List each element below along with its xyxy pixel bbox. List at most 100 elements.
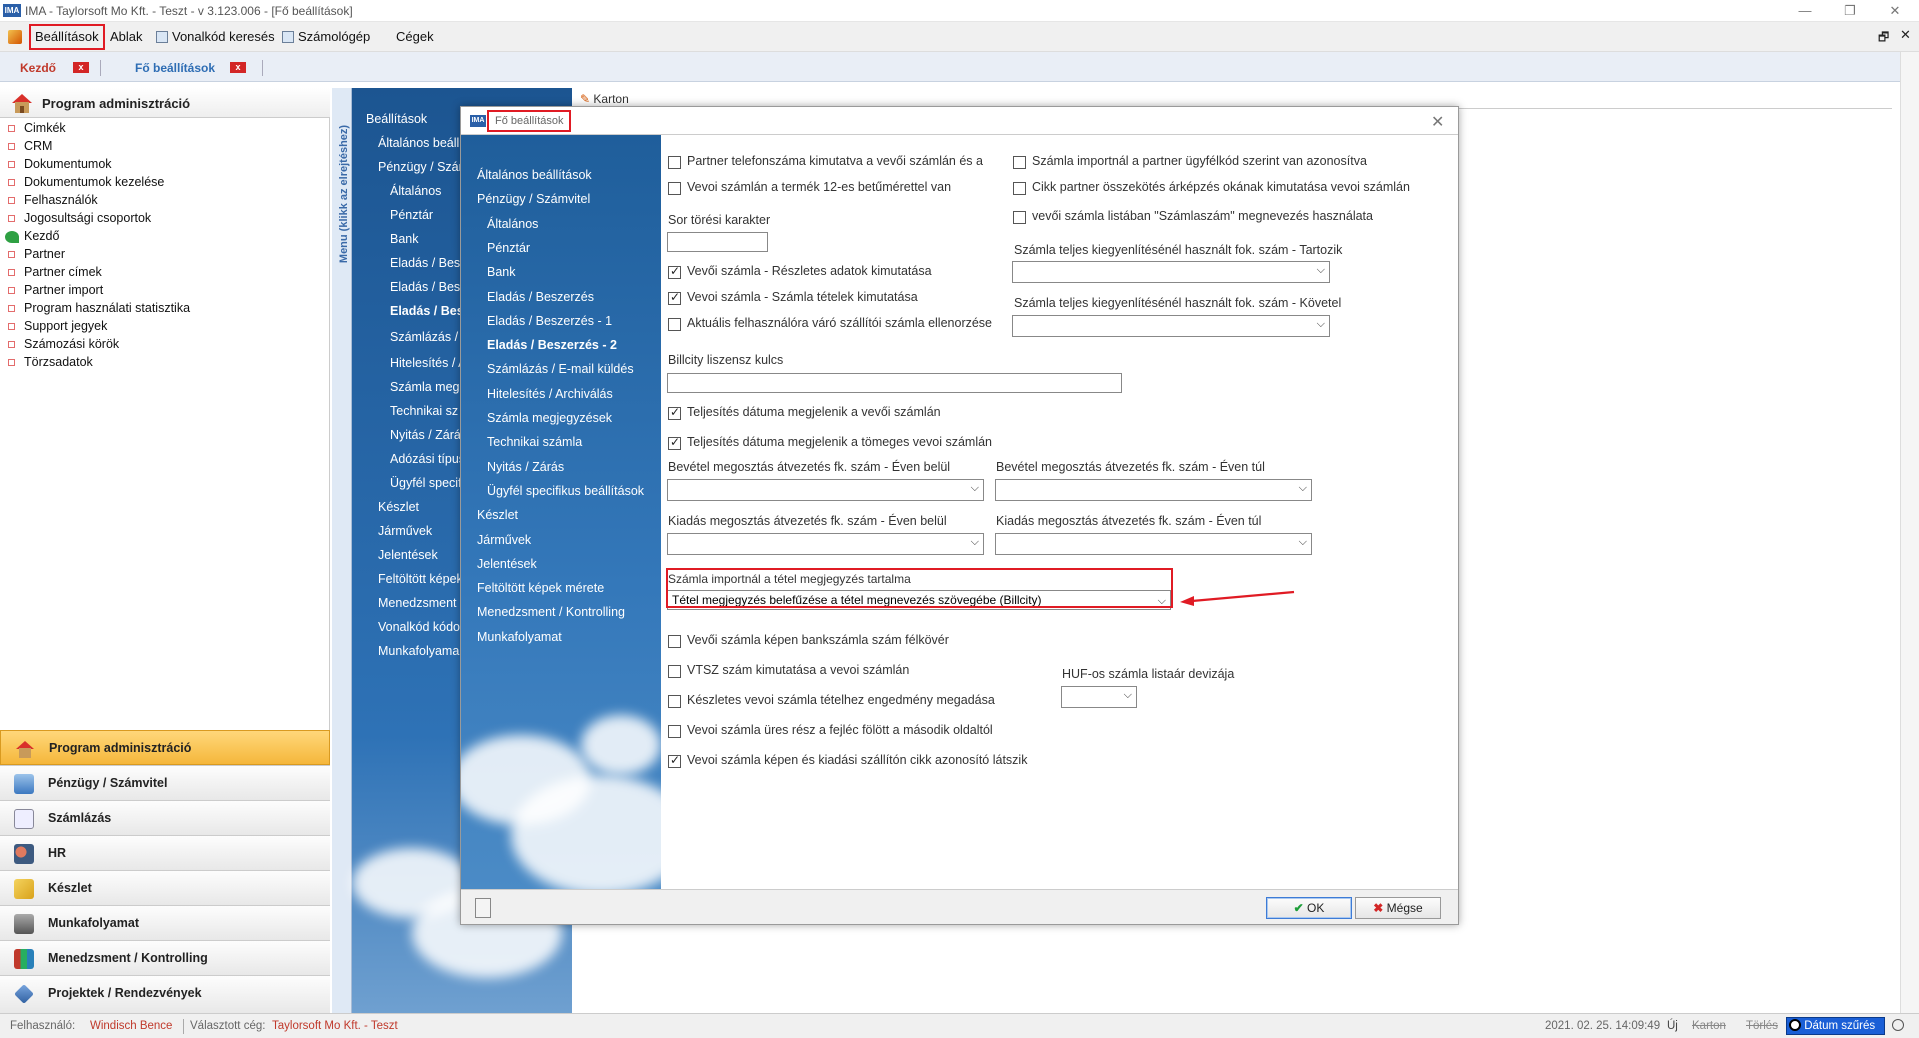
checkbox-teljesites-tomeges[interactable] <box>668 435 681 450</box>
menu-hide-strip[interactable]: Menu (klikk az elrejtéshez) <box>332 88 352 1013</box>
bg-nav-item[interactable]: Eladás / Besz <box>390 280 466 294</box>
checkbox-bankszamla-felkover[interactable] <box>668 635 681 648</box>
bg-nav-item[interactable]: Vonalkód kódo <box>378 620 460 634</box>
settings-nav-item[interactable]: Számla megjegyzések <box>487 411 612 425</box>
bottom-nav-menedzsment[interactable]: Menedzsment / Kontrolling <box>0 940 330 975</box>
karton-button[interactable]: Karton <box>1692 1020 1726 1032</box>
tab-kezdo-close-icon[interactable]: x <box>73 62 89 73</box>
settings-nav-item[interactable]: Készlet <box>477 508 518 522</box>
admin-list-item[interactable]: Support jegyek <box>0 318 320 336</box>
settings-nav-item[interactable]: Technikai számla <box>487 435 582 449</box>
mdi-close-button[interactable]: ✕ <box>1900 27 1911 43</box>
settings-nav-item[interactable]: Ügyfél specifikus beállítások <box>487 484 644 498</box>
settings-icon[interactable] <box>1892 1019 1904 1031</box>
bottom-nav-keszlet[interactable]: Készlet <box>0 870 330 905</box>
bottom-nav-program-adminisztracio[interactable]: Program adminisztráció <box>0 730 330 765</box>
bg-nav-item[interactable]: Eladás / Bes <box>390 304 464 318</box>
settings-nav-item[interactable]: Bank <box>487 265 516 279</box>
settings-nav-item[interactable]: Eladás / Beszerzés - 2 <box>487 338 617 352</box>
settings-nav-item[interactable]: Jelentések <box>477 557 537 571</box>
restore-button[interactable]: ❐ <box>1830 2 1870 20</box>
checkbox-cikk-partner-arkepzes[interactable] <box>1013 182 1026 195</box>
settings-nav-item[interactable]: Eladás / Beszerzés <box>487 290 594 304</box>
settings-nav-item[interactable]: Nyitás / Zárás <box>487 460 564 474</box>
tab-fo-beallitasok-close-icon[interactable]: x <box>230 62 246 73</box>
uj-button[interactable]: Új <box>1667 1020 1678 1032</box>
admin-list-item[interactable]: Számozási körök <box>0 336 320 354</box>
settings-nav-item[interactable]: Járművek <box>477 533 531 547</box>
bg-nav-item[interactable]: Jelentések <box>378 548 438 562</box>
bottom-nav-munkafolyamat[interactable]: Munkafolyamat <box>0 905 330 940</box>
checkbox-teljesites-vevoi[interactable] <box>668 405 681 420</box>
tab-fo-beallitasok[interactable]: Fő beállítások <box>135 61 215 75</box>
settings-nav-item[interactable]: Menedzsment / Kontrolling <box>477 605 625 619</box>
bg-nav-item[interactable]: Bank <box>390 232 419 246</box>
menu-vonalkod-kereses[interactable]: Vonalkód keresés <box>152 26 279 48</box>
bg-nav-item[interactable]: Feltöltött képek <box>378 572 463 586</box>
menu-ablak[interactable]: Ablak <box>106 26 147 48</box>
bg-nav-item[interactable]: Adózási típus <box>390 452 465 466</box>
checkbox-ures-resz-fejlec[interactable] <box>668 725 681 738</box>
admin-list-item[interactable]: Kezdő <box>0 228 320 246</box>
admin-list-item[interactable]: Törzsadatok <box>0 354 320 372</box>
checkbox-szamla-tetelek[interactable] <box>668 290 681 305</box>
admin-list-item[interactable]: Cimkék <box>0 120 320 138</box>
settings-nav-item[interactable]: Számlázás / E-mail küldés <box>487 362 634 376</box>
cancel-button[interactable]: ✖ Mégse <box>1355 897 1441 919</box>
karton-tab[interactable]: ✎ Karton <box>580 92 629 106</box>
bg-nav-item[interactable]: Általános beáll <box>378 136 459 150</box>
settings-nav-item[interactable]: Feltöltött képek mérete <box>477 581 604 595</box>
settings-nav-item[interactable]: Pénzügy / Számvitel <box>477 192 590 206</box>
bevetel-belul-select[interactable]: ⌵ <box>667 479 984 501</box>
checkbox-partner-telefonszam[interactable] <box>668 156 681 169</box>
bg-nav-item[interactable]: Pénztár <box>390 208 433 222</box>
checkbox-vtsz-kimutatas[interactable] <box>668 665 681 678</box>
tartozik-select[interactable]: ⌵ <box>1012 261 1330 283</box>
bottom-nav-szamlazas[interactable]: Számlázás <box>0 800 330 835</box>
bg-nav-item[interactable]: Általános <box>390 184 441 198</box>
bg-nav-item[interactable]: Számlázás / <box>390 330 458 344</box>
dialog-close-button[interactable]: ✕ <box>1431 112 1444 132</box>
bevetel-tul-select[interactable]: ⌵ <box>995 479 1312 501</box>
checkbox-ugyfelkod-azonositas[interactable] <box>1013 156 1026 169</box>
admin-list-item[interactable]: Felhasználók <box>0 192 320 210</box>
admin-list-item[interactable]: Partner import <box>0 282 320 300</box>
torles-button[interactable]: Törlés <box>1746 1020 1778 1032</box>
admin-list-item[interactable]: Partner <box>0 246 320 264</box>
checkbox-reszletes-adatok[interactable] <box>668 264 681 279</box>
checkbox-engedmeny-megadasa[interactable] <box>668 695 681 708</box>
checkbox-12-es-betumeret[interactable] <box>668 182 681 195</box>
ok-button[interactable]: ✔ OK <box>1266 897 1352 919</box>
menu-cegek[interactable]: Cégek <box>392 26 438 48</box>
bg-nav-item[interactable]: Menedzsment <box>378 596 457 610</box>
bg-nav-item[interactable]: Nyitás / Zárá <box>390 428 461 442</box>
bg-nav-item[interactable]: Járművek <box>378 524 432 538</box>
bg-nav-item[interactable]: Számla meg <box>390 380 459 394</box>
admin-list-item[interactable]: CRM <box>0 138 320 156</box>
checkbox-cikk-azonosito[interactable] <box>668 753 681 768</box>
checkbox-szallitoi-szamla-ellenorzes[interactable] <box>668 318 681 331</box>
bottom-nav-penzugy[interactable]: Pénzügy / Számvitel <box>0 765 330 800</box>
tab-kezdo[interactable]: Kezdő <box>20 61 56 75</box>
bg-nav-item[interactable]: Hitelesítés / A <box>390 356 466 370</box>
settings-nav-item[interactable]: Eladás / Beszerzés - 1 <box>487 314 612 328</box>
menu-beallitasok[interactable]: Beállítások <box>29 24 105 50</box>
close-window-button[interactable]: ✕ <box>1875 2 1915 20</box>
bg-nav-item[interactable]: Pénzügy / Szám <box>378 160 469 174</box>
settings-nav-item[interactable]: Munkafolyamat <box>477 630 562 644</box>
admin-list-item[interactable]: Partner címek <box>0 264 320 282</box>
admin-list-item[interactable]: Program használati statisztika <box>0 300 320 318</box>
bottom-nav-projektek[interactable]: Projektek / Rendezvények <box>0 975 330 1013</box>
bg-nav-item[interactable]: Technikai sz <box>390 404 458 418</box>
bg-nav-item[interactable]: Beállítások <box>366 112 427 126</box>
mdi-restore-button[interactable]: 🗗 <box>1878 28 1889 49</box>
huf-deviza-select[interactable]: ⌵ <box>1061 686 1137 708</box>
sor-torlesi-input[interactable] <box>667 232 768 252</box>
admin-list-item[interactable]: Jogosultsági csoportok <box>0 210 320 228</box>
admin-list-item[interactable]: Dokumentumok kezelése <box>0 174 320 192</box>
bg-nav-item[interactable]: Eladás / Besz <box>390 256 466 270</box>
menu-szamologep[interactable]: Számológép <box>278 26 374 48</box>
settings-nav-item[interactable]: Általános <box>487 217 538 231</box>
settings-nav-item[interactable]: Hitelesítés / Archiválás <box>487 387 613 401</box>
notes-icon[interactable] <box>475 898 491 918</box>
